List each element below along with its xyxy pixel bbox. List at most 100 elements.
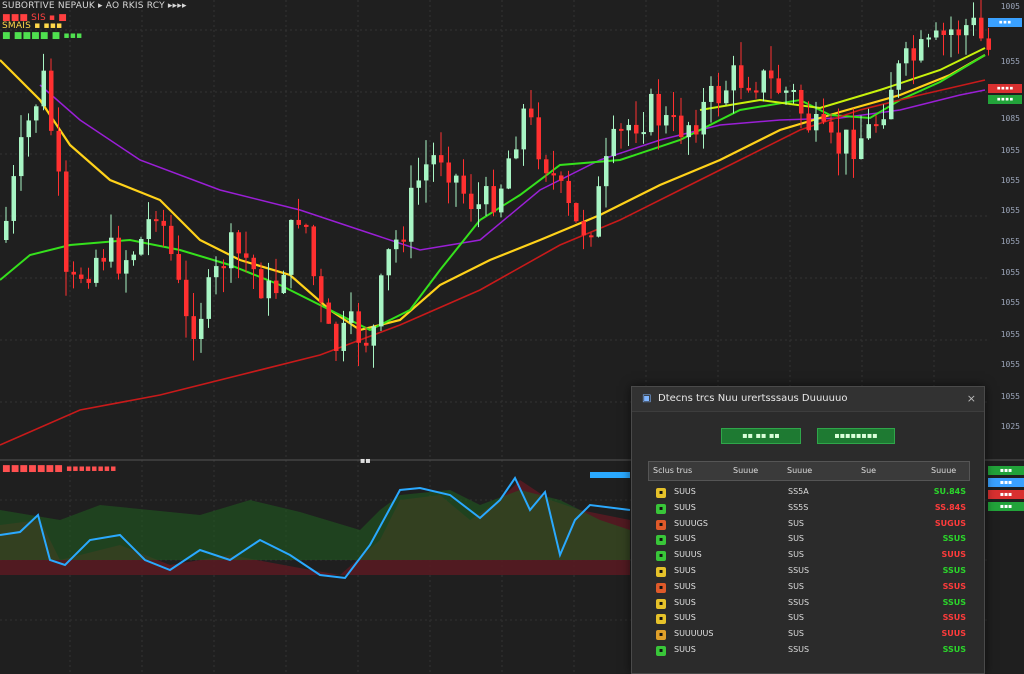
candle-body <box>416 180 421 188</box>
column-header[interactable]: Suuue <box>787 466 812 475</box>
candle-body <box>266 280 271 299</box>
candle-body <box>274 280 279 294</box>
symbol-label: SUUUGS <box>674 518 708 528</box>
candle-body <box>506 158 511 189</box>
candle-body <box>889 89 894 120</box>
list-item[interactable]: ▪ SUUS SSUS SSUS <box>656 643 968 659</box>
candle-body <box>784 90 789 93</box>
column-header[interactable]: Sclus trus <box>653 466 692 475</box>
candle-body <box>866 124 871 139</box>
change-label: SSUS <box>942 566 966 575</box>
column-header[interactable]: Sue <box>861 466 876 475</box>
value-label: SUS <box>788 534 805 544</box>
candle-body <box>4 220 9 240</box>
candle-body <box>754 90 759 93</box>
list-item[interactable]: ▪ SUUS SUS SSUS <box>656 611 968 627</box>
candle-body <box>799 89 804 114</box>
column-header[interactable]: Suuue <box>931 466 956 475</box>
candle-body <box>731 65 736 91</box>
symbol-icon: ▪ <box>656 582 666 593</box>
candle-body <box>244 253 249 258</box>
candle-body <box>694 125 699 135</box>
value-label: SSUS <box>788 566 810 575</box>
list-item[interactable]: ▪ SUUS SSUS SSUS <box>656 596 968 612</box>
candle-body <box>124 260 129 274</box>
candle-body <box>326 302 331 324</box>
candle-body <box>229 232 234 269</box>
price-axis[interactable]: 1005 1055 1085 1055 1055 1055 1055 1055 … <box>982 0 1024 460</box>
candle-body <box>431 155 436 165</box>
symbol-label: SUUS <box>674 597 696 607</box>
list-item[interactable]: ▪ SUUUGS SUS SUGUS <box>656 517 968 533</box>
candle-body <box>349 311 354 323</box>
list-item[interactable]: ▪ SUUS SSUS SSUS <box>656 564 968 580</box>
candle-body <box>589 235 594 238</box>
change-label: SS.84S <box>934 502 966 512</box>
price-tag-green: ▪▪▪▪ <box>988 95 1022 104</box>
value-label: SSUS <box>788 597 810 607</box>
app-icon: ▣ <box>642 393 652 404</box>
candle-body <box>836 132 841 154</box>
close-icon[interactable]: × <box>967 392 976 405</box>
candle-body <box>514 149 519 159</box>
value-label: SUS <box>788 629 805 639</box>
change-label: SSUS <box>942 534 966 544</box>
candle-body <box>739 65 744 88</box>
symbol-icon: ▪ <box>656 519 666 530</box>
candle-body <box>49 70 54 131</box>
panel-titlebar[interactable]: ▣ Dtecns trcs Nuu urertsssaus Duuuuuo × <box>632 387 984 412</box>
candle-body <box>214 266 219 278</box>
candle-body <box>221 266 226 269</box>
candle-body <box>476 204 481 210</box>
candle-body <box>656 93 661 126</box>
candle-body <box>341 322 346 351</box>
candle-body <box>139 239 144 255</box>
candle-body <box>679 115 684 138</box>
price-tag-red: ▪▪▪▪ <box>988 84 1022 93</box>
watchlist-panel[interactable]: ▣ Dtecns trcs Nuu urertsssaus Duuuuuo × … <box>631 386 985 674</box>
candle-body <box>821 114 826 122</box>
panel-button-1[interactable]: ▪▪ ▪▪ ▪▪ <box>721 428 801 444</box>
symbol-icon: ▪ <box>656 598 666 609</box>
candle-body <box>596 186 601 237</box>
candle-body <box>11 176 16 221</box>
candle-body <box>686 125 691 138</box>
symbol-label: SUUS <box>674 566 696 575</box>
value-label: SUS <box>788 581 805 591</box>
candle-body <box>169 225 174 255</box>
symbol-label: SUUUS <box>674 550 702 560</box>
indicator-collapse-icon[interactable]: ▪▪ <box>360 456 371 465</box>
header-line-1: SUBORTIVE NEPAUK ▸ AO RKIS RCY ▸▸▸▸ <box>2 1 187 11</box>
candle-body <box>41 70 46 107</box>
price-label: 1055 <box>1000 206 1020 215</box>
list-item[interactable]: ▪ SUUUS SUS SUUS <box>656 548 968 564</box>
list-item[interactable]: ▪ SUUS SUS SSUS <box>656 580 968 596</box>
list-item[interactable]: ▪ SUUS SUS SSUS <box>656 532 968 548</box>
symbol-icon: ▪ <box>656 551 666 562</box>
change-label: SUUS <box>941 550 966 560</box>
list-item[interactable]: ▪ SUUS SS5S SS.84S <box>656 501 968 517</box>
price-label: 1055 <box>1000 268 1020 277</box>
panel-button-2[interactable]: ▪▪▪▪▪▪▪▪ <box>817 428 895 444</box>
list-item[interactable]: ▪ SUUS SS5A SU.84S <box>656 485 968 501</box>
candle-body <box>919 39 924 61</box>
candle-body <box>709 85 714 102</box>
mini-tag: ▪▪▪ <box>988 466 1024 475</box>
candle-body <box>26 120 31 138</box>
candle-body <box>941 30 946 36</box>
candle-body <box>34 106 39 121</box>
symbol-icon: ▪ <box>656 535 666 546</box>
column-header[interactable]: Suuue <box>733 466 758 475</box>
candle-body <box>874 124 879 127</box>
symbol-icon: ▪ <box>656 488 666 498</box>
candle-body <box>844 129 849 154</box>
candle-body <box>379 275 384 327</box>
candle-body <box>401 239 406 242</box>
candle-body <box>566 180 571 204</box>
candle-body <box>94 257 99 283</box>
candle-body <box>521 108 526 150</box>
candle-body <box>926 37 931 40</box>
candle-body <box>394 239 399 250</box>
list-item[interactable]: ▪ SUUUUUS SUS SUUS <box>656 627 968 643</box>
candle-body <box>814 114 819 131</box>
